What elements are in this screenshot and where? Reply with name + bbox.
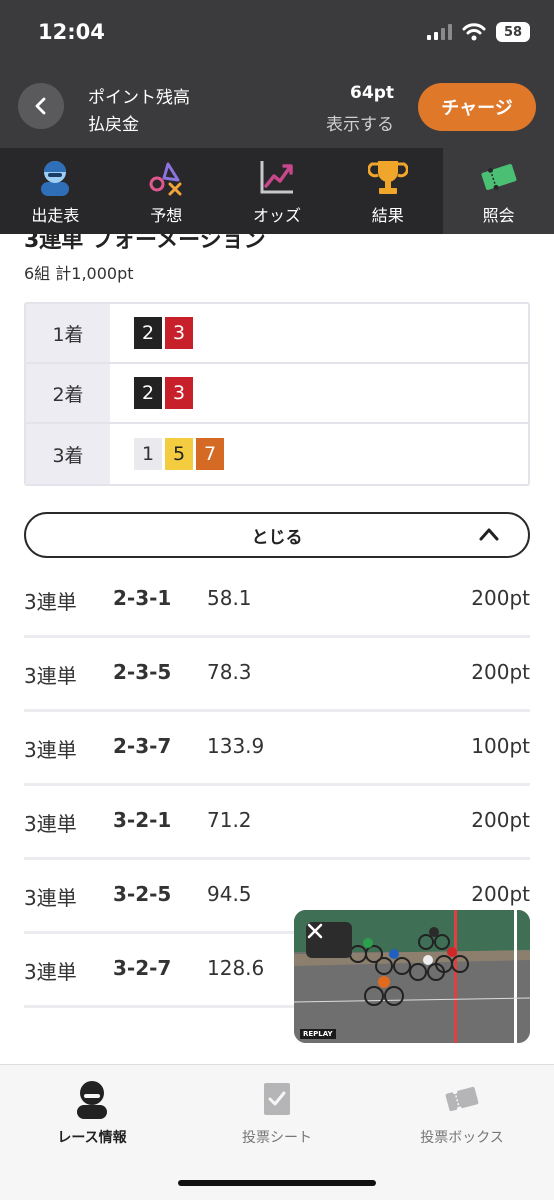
tab-prediction[interactable]: 予想 — [111, 148, 222, 234]
place-label: 3着 — [26, 424, 110, 484]
bike-number-3: 3 — [165, 377, 193, 409]
charge-button[interactable]: チャージ — [418, 83, 536, 131]
bike-number-5: 5 — [165, 438, 193, 470]
odds-chart-icon — [257, 158, 297, 196]
bet-row: 3連単 2-3-5 78.3 200pt — [24, 638, 530, 712]
bet-odds: 58.1 — [207, 586, 252, 610]
bet-summary: 6組 計1,000pt — [24, 264, 134, 283]
place-numbers: 23 — [110, 304, 193, 362]
bet-type: 3連単 — [24, 960, 77, 984]
bet-odds: 78.3 — [207, 660, 252, 684]
bet-amount: 200pt — [471, 660, 530, 684]
points-value: 64pt — [350, 83, 394, 103]
collapse-button[interactable]: とじる — [24, 512, 530, 558]
tab-label: 予想 — [150, 206, 183, 225]
tab-label: オッズ — [252, 206, 301, 225]
nav-vote-box[interactable]: 投票ボックス — [370, 1079, 554, 1147]
collapse-button-label: とじる — [251, 527, 303, 548]
tab-label: 結果 — [371, 206, 404, 225]
prediction-icon — [146, 158, 186, 196]
wifi-icon — [462, 23, 486, 41]
race-tabs: 出走表 予想 オッズ 結果 照会 — [0, 148, 554, 234]
formation-table: 1着 23 2着 23 3着 157 — [24, 302, 530, 486]
nav-race-info[interactable]: レース情報 — [0, 1079, 184, 1147]
tab-label: 出走表 — [31, 206, 80, 225]
bike-number-2: 2 — [134, 317, 162, 349]
bet-row: 3連単 3-2-1 71.2 200pt — [24, 786, 530, 860]
bet-type: 3連単 — [24, 812, 77, 836]
battery-icon: 58 — [496, 22, 530, 42]
app-header: ポイント残高 払戻金 64pt 表示する チャージ — [0, 70, 554, 148]
bike-number-7: 7 — [196, 438, 224, 470]
bet-odds: 133.9 — [207, 734, 265, 758]
bet-type: 3連単 — [24, 886, 77, 910]
bet-amount: 200pt — [471, 586, 530, 610]
bet-combination: 3-2-1 — [113, 808, 172, 832]
ticket-icon — [479, 158, 519, 196]
bet-combination: 3-2-7 — [113, 956, 172, 980]
tab-odds[interactable]: オッズ — [222, 148, 333, 234]
formation-row: 3着 157 — [26, 424, 528, 484]
place-label: 2着 — [26, 364, 110, 422]
tab-inquiry[interactable]: 照会 — [443, 148, 554, 234]
formation-row: 1着 23 — [26, 304, 528, 364]
bet-combination: 2-3-7 — [113, 734, 172, 758]
nav-label: レース情報 — [57, 1130, 127, 1146]
vote-box-icon — [442, 1079, 482, 1119]
bet-amount: 200pt — [471, 882, 530, 906]
bet-type: 3連単 — [24, 664, 77, 688]
nav-vote-sheet[interactable]: 投票シート — [185, 1079, 369, 1147]
place-numbers: 23 — [110, 364, 193, 422]
status-bar: 12:04 58 — [0, 0, 554, 70]
race-info-icon — [72, 1079, 112, 1119]
chevron-left-icon — [35, 97, 46, 115]
bet-odds: 71.2 — [207, 808, 252, 832]
vote-sheet-icon — [257, 1079, 297, 1119]
bet-combination: 2-3-5 — [113, 660, 172, 684]
replay-badge: REPLAY — [300, 1029, 336, 1039]
chevron-up-icon — [479, 528, 499, 541]
bike-number-1: 1 — [134, 438, 162, 470]
place-label: 1着 — [26, 304, 110, 362]
place-numbers: 157 — [110, 424, 224, 484]
show-refund-link[interactable]: 表示する — [326, 110, 394, 135]
tab-results[interactable]: 結果 — [332, 148, 443, 234]
bet-odds: 94.5 — [207, 882, 252, 906]
close-icon — [307, 923, 323, 939]
bet-type: 3連単 — [24, 738, 77, 762]
back-button[interactable] — [18, 83, 64, 129]
refund-label: 払戻金 — [88, 115, 139, 135]
clock: 12:04 — [38, 20, 105, 44]
bet-combination: 2-3-1 — [113, 586, 172, 610]
section-title: 3連単 フォーメーション — [24, 234, 266, 253]
bet-combination: 3-2-5 — [113, 882, 172, 906]
rider-icon — [35, 158, 75, 196]
tab-label: 照会 — [482, 206, 515, 225]
bike-number-3: 3 — [165, 317, 193, 349]
bet-amount: 200pt — [471, 808, 530, 832]
signal-icon — [427, 24, 452, 40]
replay-video-player[interactable]: REPLAY — [294, 910, 530, 1043]
nav-label: 投票シート — [242, 1130, 312, 1146]
formation-row: 2着 23 — [26, 364, 528, 424]
points-label: ポイント残高 — [88, 88, 190, 108]
bet-row: 3連単 2-3-1 58.1 200pt — [24, 564, 530, 638]
home-indicator — [178, 1180, 376, 1186]
status-icons: 58 — [427, 22, 530, 42]
nav-label: 投票ボックス — [420, 1130, 504, 1146]
trophy-icon — [367, 158, 408, 196]
bike-number-2: 2 — [134, 377, 162, 409]
bet-type: 3連単 — [24, 590, 77, 614]
bet-row: 3連単 2-3-7 133.9 100pt — [24, 712, 530, 786]
tab-entries[interactable]: 出走表 — [0, 148, 111, 234]
bet-odds: 128.6 — [207, 956, 265, 980]
bet-amount: 100pt — [471, 734, 530, 758]
close-video-button[interactable] — [306, 922, 352, 958]
